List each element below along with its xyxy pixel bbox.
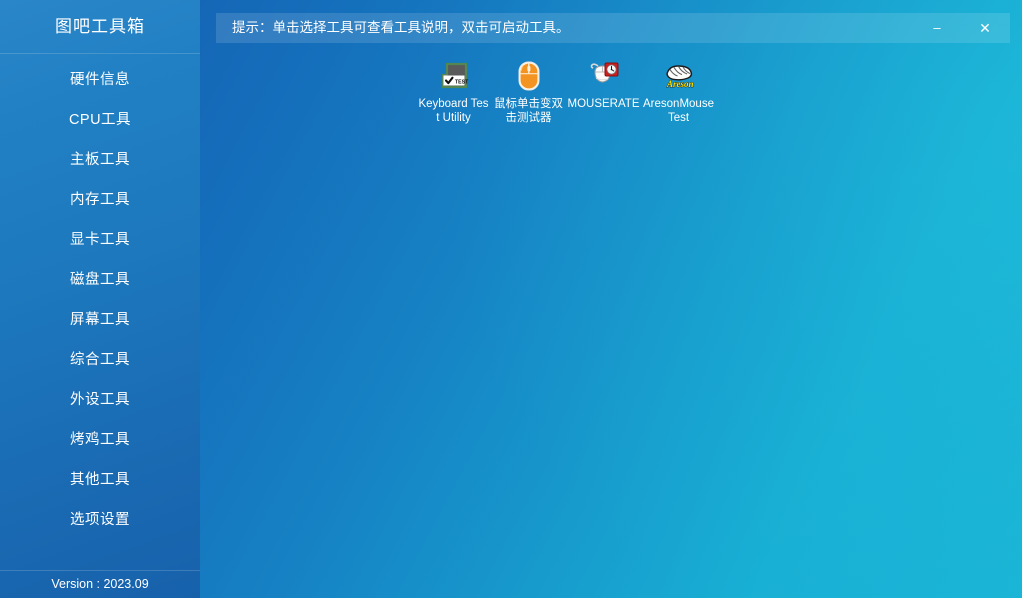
sidebar-menu: 硬件信息 CPU工具 主板工具 内存工具 显卡工具 磁盘工具 屏幕工具 综合工具 外设工具 烤鸡工… (0, 54, 200, 540)
sidebar-item-disk-tools[interactable]: 磁盘工具 (0, 260, 200, 300)
sidebar-item-general-tools[interactable]: 综合工具 (0, 340, 200, 380)
sidebar-item-peripheral-tools[interactable]: 外设工具 (0, 380, 200, 420)
sidebar-item-gpu-tools[interactable]: 显卡工具 (0, 220, 200, 260)
orange-mouse-icon (511, 58, 547, 94)
svg-text:TEST: TEST (455, 79, 469, 85)
tool-label: MOUSERATE (567, 98, 640, 110)
sidebar-footer: Version : 2023.09 (0, 570, 200, 598)
sidebar-item-hardware-info[interactable]: 硬件信息 (0, 60, 200, 100)
sidebar-item-cpu-tools[interactable]: CPU工具 (0, 100, 200, 140)
minimize-icon[interactable]: – (920, 13, 954, 43)
sidebar-item-settings[interactable]: 选项设置 (0, 500, 200, 540)
sidebar-item-stress-test-tools[interactable]: 烤鸡工具 (0, 420, 200, 460)
toolbox-window: 图吧工具箱 硬件信息 CPU工具 主板工具 内存工具 显卡工具 磁盘工具 屏幕工具 综合工具外… (0, 0, 1022, 598)
tool-item[interactable]: Areson AresonMouseTest (641, 55, 716, 125)
tool-label: AresonMouseTest (643, 98, 714, 124)
svg-text:Areson: Areson (666, 79, 694, 89)
tool-item[interactable]: MOUSERATE (566, 55, 641, 125)
sidebar-item-screen-tools[interactable]: 屏幕工具 (0, 300, 200, 340)
areson-mouse-icon: Areson (661, 58, 697, 94)
main-content: 提示：单击选择工具可查看工具说明，双击可启动工具。 – ✕ TEST Keybo… (200, 0, 1022, 598)
tool-label: Keyboard Test Utility (418, 98, 489, 124)
version-label: Version : 2023.09 (51, 577, 149, 591)
tool-icon-grid: TEST Keyboard Test Utility 鼠标单击变双击测试器 MO… (416, 55, 1016, 125)
close-icon[interactable]: ✕ (968, 13, 1002, 43)
hint-label: 提示：单击选择工具可查看工具说明，双击可启动工具。 (232, 20, 570, 35)
sidebar-item-motherboard-tools[interactable]: 主板工具 (0, 140, 200, 180)
sidebar: 图吧工具箱 硬件信息 CPU工具 主板工具 内存工具 显卡工具 磁盘工具 屏幕工具 综合工具外… (0, 0, 200, 598)
app-title: 图吧工具箱 (55, 17, 145, 36)
mouse-rate-clock-icon (586, 58, 622, 94)
title-bar: 提示：单击选择工具可查看工具说明，双击可启动工具。 – ✕ (216, 13, 1010, 43)
tool-item[interactable]: 鼠标单击变双击测试器 (491, 55, 566, 125)
keyboard-test-icon: TEST (436, 58, 472, 94)
tool-icon-list: TEST Keyboard Test Utility 鼠标单击变双击测试器 MO… (416, 55, 1016, 125)
tool-item[interactable]: TEST Keyboard Test Utility (416, 55, 491, 125)
tool-label: 鼠标单击变双击测试器 (494, 98, 563, 124)
sidebar-item-other-tools[interactable]: 其他工具 (0, 460, 200, 500)
sidebar-item-memory-tools[interactable]: 内存工具 (0, 180, 200, 220)
